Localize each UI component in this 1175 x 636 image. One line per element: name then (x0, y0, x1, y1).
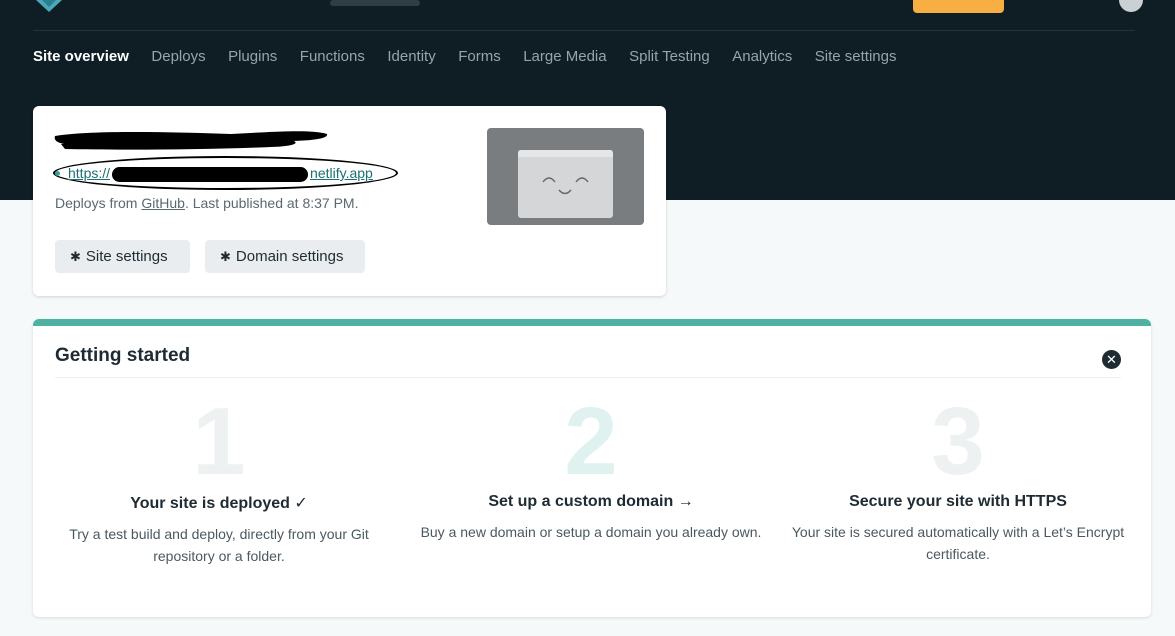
tab-plugins[interactable]: Plugins (228, 48, 277, 65)
team-name-redacted (330, 0, 420, 6)
site-settings-label: Site settings (85, 248, 168, 265)
getting-started-title: Getting started (55, 345, 191, 366)
step-description: Try a test build and deploy, directly fr… (69, 526, 369, 564)
step-description: Buy a new domain or setup a domain you a… (420, 524, 762, 540)
card-accent-bar (33, 319, 1151, 326)
tab-analytics[interactable]: Analytics (732, 48, 792, 65)
step-title: Your site is deployed ✓ (130, 495, 308, 512)
smiley-face-icon (522, 153, 589, 195)
domain-settings-label: Domain settings (235, 248, 344, 265)
getting-started-card: Getting started ✕ 1 Your site is deploye… (33, 319, 1151, 617)
site-url-prefix: https:// (68, 165, 111, 181)
site-url: https:// netlify.app (55, 165, 373, 182)
step-https: 3 Secure your site with HTTPS Your site … (778, 388, 1138, 565)
step-number: 1 (192, 388, 246, 495)
browser-window-icon (518, 150, 613, 218)
tab-site-overview[interactable]: Site overview (33, 48, 129, 65)
divider (55, 377, 1121, 378)
site-url-link[interactable]: https:// netlify.app (68, 165, 373, 182)
gear-icon: ✱ (220, 248, 231, 264)
status-dot-icon (55, 170, 60, 176)
site-nav: Site overview Deploys Plugins Functions … (33, 48, 919, 65)
tab-deploys[interactable]: Deploys (151, 48, 205, 65)
step-custom-domain[interactable]: 2 Set up a custom domain → Buy a new dom… (411, 388, 771, 543)
site-url-suffix: netlify.app (310, 165, 373, 181)
deploy-info: Deploys from GitHub. Last published at 8… (55, 195, 359, 211)
site-preview-thumbnail[interactable] (487, 128, 644, 225)
tab-site-settings[interactable]: Site settings (815, 48, 897, 65)
step-title-link[interactable]: Set up a custom domain → (411, 493, 771, 511)
step-deployed: 1 Your site is deployed ✓ Try a test bui… (39, 388, 399, 567)
tab-forms[interactable]: Forms (458, 48, 501, 65)
site-settings-button[interactable]: ✱ Site settings (55, 240, 190, 273)
tab-large-media[interactable]: Large Media (523, 48, 606, 65)
site-overview-card: https:// netlify.app Deploys from GitHub.… (33, 106, 666, 296)
netlify-logo-icon[interactable] (36, 0, 62, 12)
step-number: 3 (931, 388, 985, 495)
deploy-info-suffix: . Last published at 8:37 PM. (184, 195, 359, 211)
url-redacted (112, 166, 309, 182)
tab-split-testing[interactable]: Split Testing (629, 48, 710, 65)
tab-identity[interactable]: Identity (387, 48, 435, 65)
step-description: Your site is secured automatically with … (791, 524, 1125, 562)
github-link[interactable]: GitHub (141, 195, 185, 211)
close-icon[interactable]: ✕ (1102, 350, 1121, 369)
step-number: 2 (564, 388, 618, 495)
upgrade-button[interactable] (913, 0, 1004, 13)
domain-settings-button[interactable]: ✱ Domain settings (205, 240, 365, 273)
header-divider (33, 30, 1135, 31)
site-name-redacted (54, 131, 328, 150)
tab-functions[interactable]: Functions (300, 48, 365, 65)
gear-icon: ✱ (70, 248, 81, 264)
step-title: Secure your site with HTTPS (849, 493, 1067, 510)
deploy-info-prefix: Deploys from (55, 195, 142, 211)
avatar[interactable] (1118, 0, 1144, 13)
